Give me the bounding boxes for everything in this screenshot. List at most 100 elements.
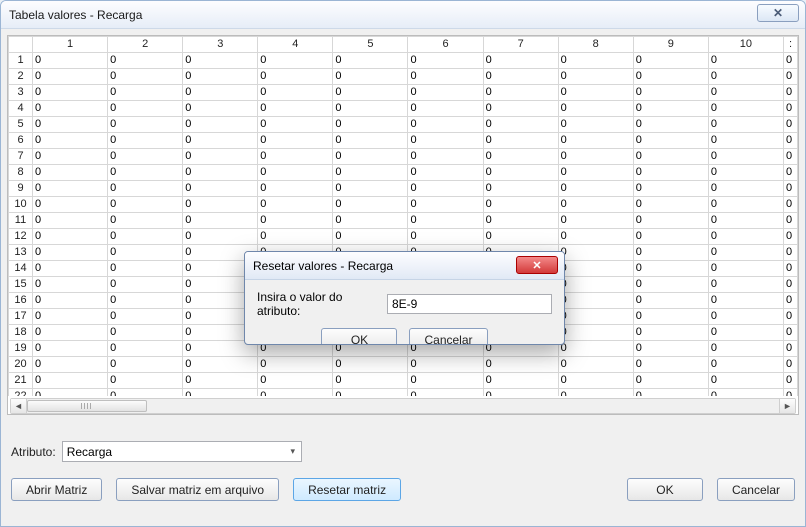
grid-cell[interactable]: 0 bbox=[33, 357, 108, 373]
grid-cell[interactable]: 0 bbox=[633, 133, 708, 149]
grid-cell[interactable]: 0 bbox=[258, 197, 333, 213]
row-header[interactable]: 10 bbox=[9, 197, 33, 213]
grid-cell[interactable]: 0 bbox=[633, 277, 708, 293]
grid-cell[interactable]: 0 bbox=[333, 197, 408, 213]
grid-cell[interactable]: 0 bbox=[183, 213, 258, 229]
grid-cell[interactable]: 0 bbox=[708, 101, 783, 117]
window-close-button[interactable]: ✕ bbox=[757, 4, 799, 22]
grid-cell[interactable]: 0 bbox=[558, 213, 633, 229]
grid-cell[interactable]: 0 bbox=[333, 181, 408, 197]
grid-cell[interactable]: 0 bbox=[108, 341, 183, 357]
row-header[interactable]: 6 bbox=[9, 133, 33, 149]
grid-cell[interactable]: 0 bbox=[183, 101, 258, 117]
column-header[interactable]: 10 bbox=[708, 37, 783, 53]
grid-cell[interactable]: 0 bbox=[633, 229, 708, 245]
grid-cell[interactable]: 0 bbox=[708, 69, 783, 85]
grid-cell[interactable]: 0 bbox=[708, 325, 783, 341]
grid-cell[interactable]: 0 bbox=[483, 229, 558, 245]
grid-cell[interactable]: 0 bbox=[33, 389, 108, 397]
grid-cell[interactable]: 0 bbox=[408, 53, 483, 69]
column-header[interactable]: 6 bbox=[408, 37, 483, 53]
grid-cell[interactable]: 0 bbox=[633, 261, 708, 277]
row-header[interactable]: 21 bbox=[9, 373, 33, 389]
grid-cell[interactable]: 0 bbox=[108, 229, 183, 245]
grid-cell[interactable]: 0 bbox=[483, 101, 558, 117]
grid-cell[interactable]: 0 bbox=[108, 101, 183, 117]
grid-cell[interactable]: 0 bbox=[33, 341, 108, 357]
column-header[interactable]: 9 bbox=[633, 37, 708, 53]
grid-cell[interactable]: 0 bbox=[558, 325, 633, 341]
grid-cell[interactable]: 0 bbox=[708, 245, 783, 261]
grid-cell[interactable]: 0 bbox=[483, 197, 558, 213]
grid-cell[interactable]: 0 bbox=[483, 357, 558, 373]
grid-cell[interactable]: 0 bbox=[108, 69, 183, 85]
grid-cell[interactable]: 0 bbox=[408, 229, 483, 245]
grid-cell[interactable]: 0 bbox=[333, 133, 408, 149]
row-header[interactable]: 2 bbox=[9, 69, 33, 85]
grid-cell[interactable]: 0 bbox=[33, 229, 108, 245]
grid-cell[interactable]: 0 bbox=[183, 197, 258, 213]
grid-cell[interactable]: 0 bbox=[258, 373, 333, 389]
grid-cell[interactable]: 0 bbox=[708, 229, 783, 245]
grid-cell[interactable]: 0 bbox=[33, 85, 108, 101]
row-header[interactable]: 1 bbox=[9, 53, 33, 69]
grid-cell[interactable]: 0 bbox=[558, 309, 633, 325]
grid-cell[interactable]: 0 bbox=[183, 357, 258, 373]
grid-cell[interactable]: 0 bbox=[558, 277, 633, 293]
grid-cell[interactable]: 0 bbox=[558, 373, 633, 389]
grid-cell[interactable]: 0 bbox=[333, 149, 408, 165]
save-matrix-button[interactable]: Salvar matriz em arquivo bbox=[116, 478, 279, 501]
grid-cell[interactable]: 0 bbox=[108, 309, 183, 325]
grid-cell[interactable]: 0 bbox=[558, 389, 633, 397]
grid-cell[interactable]: 0 bbox=[483, 133, 558, 149]
grid-cell[interactable]: 0 bbox=[483, 85, 558, 101]
grid-cell[interactable]: 0 bbox=[408, 373, 483, 389]
grid-cell[interactable]: 0 bbox=[108, 165, 183, 181]
grid-cell[interactable]: 0 bbox=[333, 213, 408, 229]
ok-button[interactable]: OK bbox=[627, 478, 703, 501]
grid-cell[interactable]: 0 bbox=[258, 69, 333, 85]
column-header[interactable]: 7 bbox=[483, 37, 558, 53]
grid-cell[interactable]: 0 bbox=[333, 69, 408, 85]
grid-cell[interactable]: 0 bbox=[558, 133, 633, 149]
grid-cell[interactable]: 0 bbox=[258, 213, 333, 229]
grid-cell[interactable]: 0 bbox=[708, 373, 783, 389]
grid-cell[interactable]: 0 bbox=[108, 245, 183, 261]
grid-cell[interactable]: 0 bbox=[708, 149, 783, 165]
grid-cell[interactable]: 0 bbox=[33, 101, 108, 117]
grid-cell[interactable]: 0 bbox=[633, 117, 708, 133]
grid-cell[interactable]: 0 bbox=[558, 101, 633, 117]
row-header[interactable]: 17 bbox=[9, 309, 33, 325]
grid-cell[interactable]: 0 bbox=[333, 165, 408, 181]
grid-cell[interactable]: 0 bbox=[558, 341, 633, 357]
horizontal-scrollbar[interactable]: ◄ ► bbox=[10, 398, 796, 414]
grid-cell[interactable]: 0 bbox=[33, 149, 108, 165]
column-header[interactable]: 1 bbox=[33, 37, 108, 53]
grid-cell[interactable]: 0 bbox=[108, 85, 183, 101]
grid-cell[interactable]: 0 bbox=[708, 293, 783, 309]
grid-cell[interactable]: 0 bbox=[708, 389, 783, 397]
grid-cell[interactable]: 0 bbox=[708, 53, 783, 69]
scroll-right-arrow-icon[interactable]: ► bbox=[779, 399, 795, 413]
reset-matrix-button[interactable]: Resetar matriz bbox=[293, 478, 401, 501]
dialog-close-button[interactable]: ✕ bbox=[516, 256, 558, 274]
row-header[interactable]: 9 bbox=[9, 181, 33, 197]
grid-cell[interactable]: 0 bbox=[558, 69, 633, 85]
grid-cell[interactable]: 0 bbox=[633, 245, 708, 261]
grid-cell[interactable]: 0 bbox=[633, 357, 708, 373]
grid-cell[interactable]: 0 bbox=[483, 165, 558, 181]
grid-cell[interactable]: 0 bbox=[633, 293, 708, 309]
grid-cell[interactable]: 0 bbox=[708, 181, 783, 197]
open-matrix-button[interactable]: Abrir Matriz bbox=[11, 478, 102, 501]
grid-cell[interactable]: 0 bbox=[183, 149, 258, 165]
grid-cell[interactable]: 0 bbox=[108, 293, 183, 309]
row-header[interactable]: 12 bbox=[9, 229, 33, 245]
grid-cell[interactable]: 0 bbox=[33, 69, 108, 85]
grid-cell[interactable]: 0 bbox=[708, 117, 783, 133]
grid-cell[interactable]: 0 bbox=[408, 357, 483, 373]
dialog-ok-button[interactable]: OK bbox=[321, 328, 397, 345]
grid-cell[interactable]: 0 bbox=[708, 133, 783, 149]
grid-cell[interactable]: 0 bbox=[258, 357, 333, 373]
attribute-combo[interactable]: Recarga ▾ bbox=[62, 441, 302, 462]
grid-cell[interactable]: 0 bbox=[258, 85, 333, 101]
